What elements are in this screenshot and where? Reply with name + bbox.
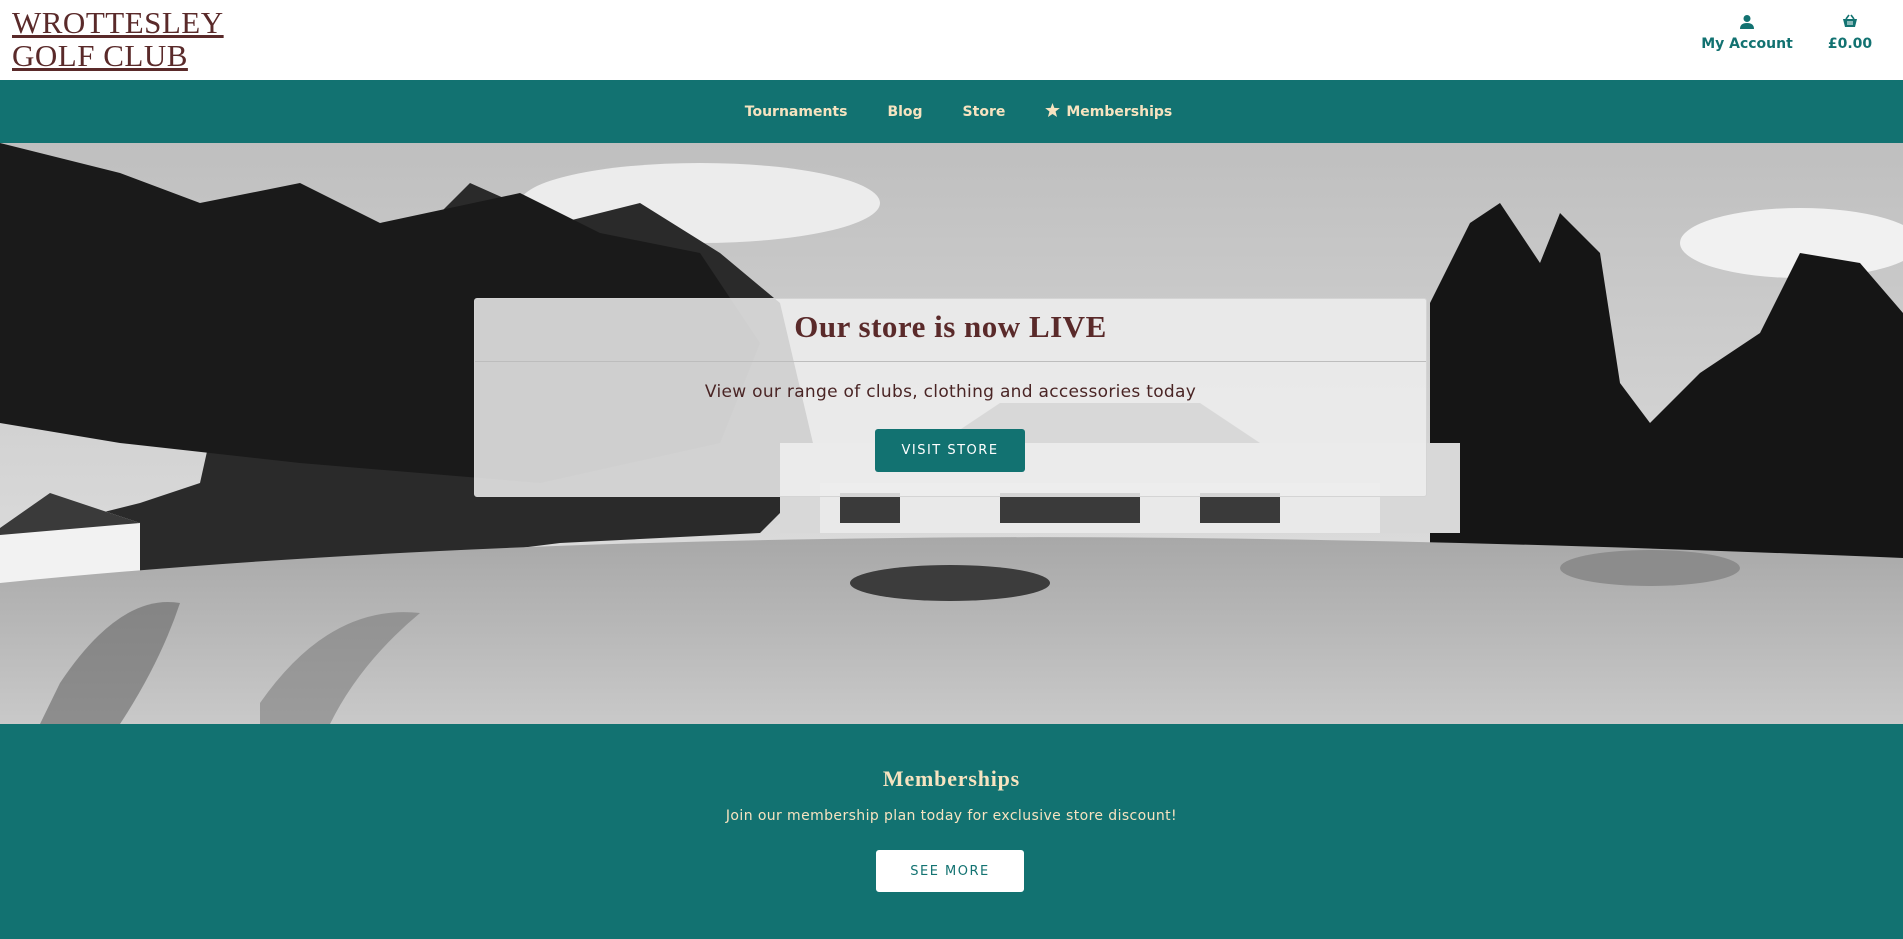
nav-item-memberships-label: Memberships bbox=[1066, 103, 1173, 120]
my-account-label: My Account bbox=[1701, 36, 1793, 52]
hero-title: Our store is now LIVE bbox=[475, 299, 1426, 362]
store-announcement-card: Our store is now LIVE View our range of … bbox=[474, 298, 1427, 497]
nav-item-store[interactable]: Store bbox=[963, 104, 1006, 120]
nav-item-tournaments[interactable]: Tournaments bbox=[745, 104, 848, 120]
hero-banner: Our store is now LIVE View our range of … bbox=[0, 143, 1903, 724]
main-nav: Tournaments Blog Store Memberships bbox=[0, 80, 1903, 143]
nav-item-memberships[interactable]: Memberships bbox=[1045, 102, 1173, 121]
basket-icon bbox=[1820, 14, 1880, 34]
logo-line-2: GOLF CLUB bbox=[12, 38, 188, 73]
user-icon bbox=[1700, 14, 1794, 34]
nav-item-blog[interactable]: Blog bbox=[887, 104, 922, 120]
site-header: WROTTESLEY GOLF CLUB My Account £0.00 bbox=[0, 0, 1903, 80]
hero-subtitle: View our range of clubs, clothing and ac… bbox=[704, 382, 1197, 402]
memberships-title: Memberships bbox=[882, 766, 1021, 791]
visit-store-button[interactable]: VISIT STORE bbox=[875, 429, 1025, 472]
cart-link[interactable]: £0.00 bbox=[1820, 14, 1880, 52]
memberships-section: Memberships Join our membership plan tod… bbox=[0, 724, 1903, 939]
memberships-text: Join our membership plan today for exclu… bbox=[725, 808, 1178, 824]
my-account-link[interactable]: My Account bbox=[1700, 14, 1794, 52]
star-icon bbox=[1045, 102, 1061, 121]
main-nav-bar: Tournaments Blog Store Memberships bbox=[0, 80, 1903, 143]
see-more-button[interactable]: SEE MORE bbox=[876, 850, 1024, 892]
cart-total: £0.00 bbox=[1827, 36, 1873, 52]
logo-line-1: WROTTESLEY bbox=[12, 5, 224, 40]
site-logo-link[interactable]: WROTTESLEY GOLF CLUB bbox=[12, 6, 224, 72]
